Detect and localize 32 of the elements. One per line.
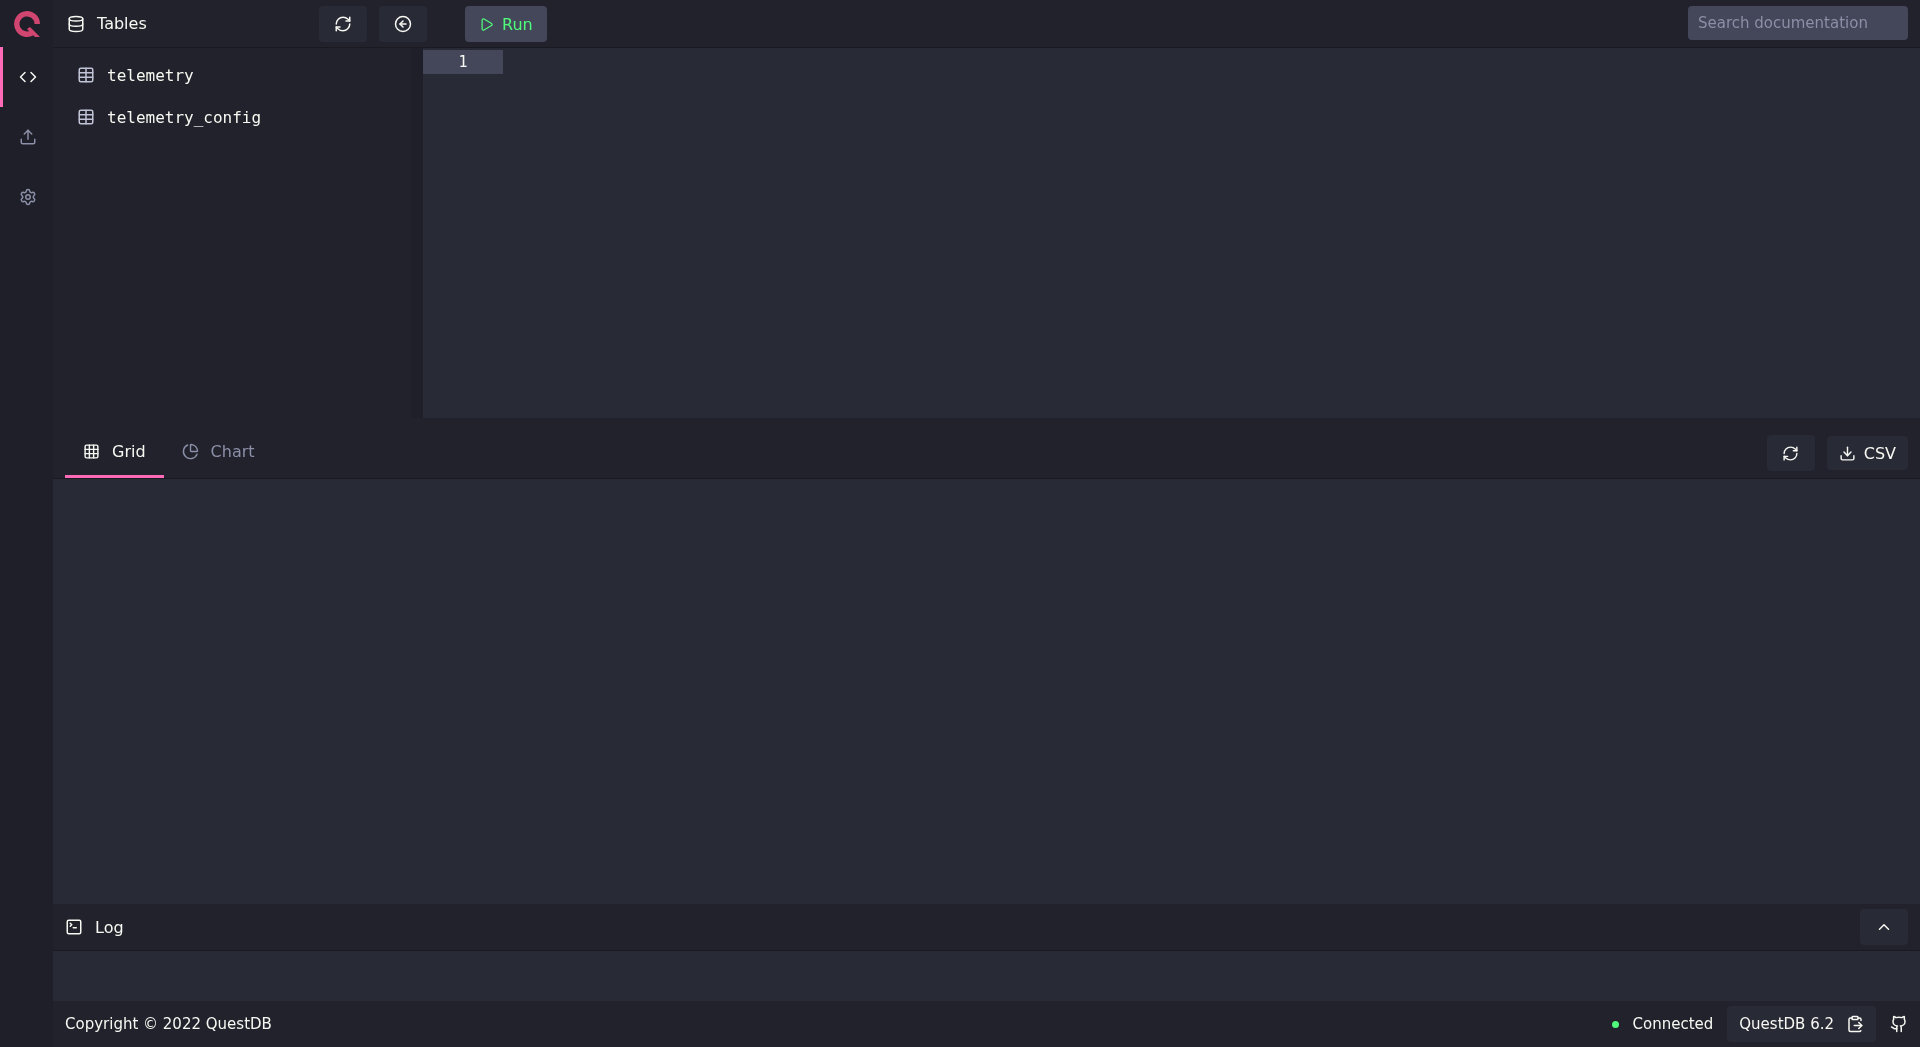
terminal-icon bbox=[65, 918, 83, 936]
table-icon bbox=[77, 66, 95, 84]
table-icon bbox=[77, 108, 95, 126]
chart-icon bbox=[181, 443, 199, 460]
result-tab[interactable]: Chart bbox=[163, 428, 273, 478]
status-dot bbox=[1611, 1020, 1619, 1028]
editor-panel[interactable]: 1 bbox=[423, 48, 1920, 418]
refresh-button[interactable] bbox=[319, 5, 367, 42]
table-name[interactable]: telemetry bbox=[107, 65, 194, 85]
panel-title: Tables bbox=[97, 14, 147, 33]
copyright-text: Copyright © 2022 QuestDB bbox=[65, 1015, 272, 1033]
clipboard-icon[interactable] bbox=[1846, 1015, 1864, 1033]
upload-icon bbox=[19, 128, 37, 146]
refresh-icon bbox=[334, 14, 352, 33]
back-button[interactable] bbox=[379, 5, 427, 42]
csv-download-button[interactable]: CSV bbox=[1826, 436, 1908, 470]
database-icon bbox=[67, 14, 85, 33]
download-icon bbox=[1838, 444, 1856, 462]
refresh-icon bbox=[1782, 444, 1800, 462]
grid-icon bbox=[83, 443, 100, 460]
play-icon bbox=[479, 16, 494, 32]
table-name[interactable]: telemetry_config bbox=[107, 107, 262, 127]
refresh-button[interactable] bbox=[1766, 435, 1815, 471]
line-number: 1 bbox=[423, 50, 503, 74]
github-icon[interactable] bbox=[1890, 1015, 1908, 1033]
settings-icon bbox=[19, 188, 37, 206]
version-text: QuestDB 6.2 bbox=[1739, 1015, 1834, 1033]
arrow-left-circle-icon bbox=[394, 14, 412, 33]
run-button[interactable]: Run bbox=[465, 6, 547, 42]
connection-status: Connected bbox=[1632, 1015, 1714, 1033]
log-title: Log bbox=[95, 917, 124, 937]
search-field[interactable]: Search documentation bbox=[1688, 6, 1908, 40]
